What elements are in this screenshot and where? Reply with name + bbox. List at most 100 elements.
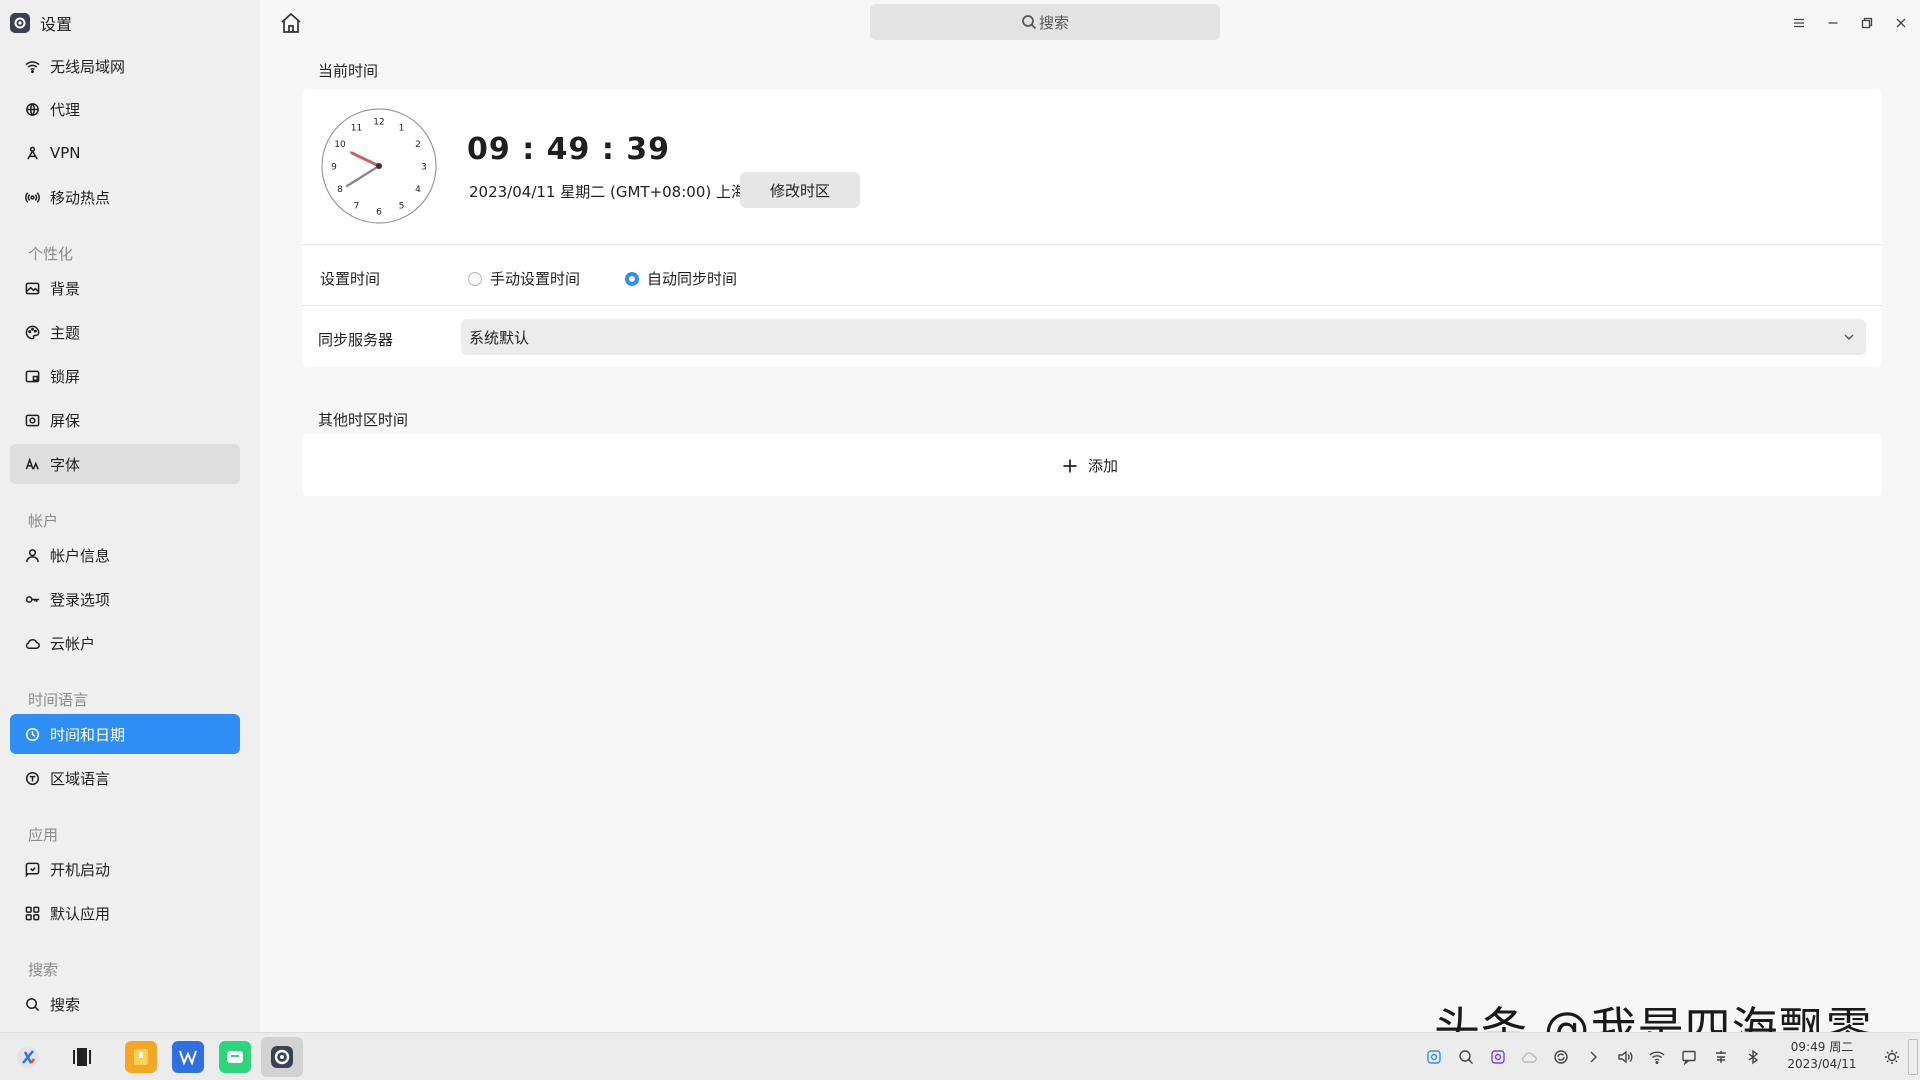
sidebar-item-label: 默认应用 bbox=[50, 904, 111, 923]
cloud-icon bbox=[24, 635, 40, 651]
analog-clock: 12 1 2 3 4 5 6 7 8 9 10 11 bbox=[320, 107, 438, 225]
start-menu-button[interactable] bbox=[12, 1041, 44, 1073]
tray-expand-icon[interactable] bbox=[1583, 1047, 1603, 1067]
messaging-app-button[interactable] bbox=[219, 1041, 251, 1073]
sidebar-item-theme[interactable]: 主题 bbox=[10, 312, 240, 352]
sidebar-item-cloud-account[interactable]: 云帐户 bbox=[10, 623, 240, 663]
change-timezone-button[interactable]: 修改时区 bbox=[740, 172, 860, 208]
taskbar: 09:49 周二 2023/04/11 bbox=[0, 1032, 1920, 1080]
tray-update-icon[interactable] bbox=[1551, 1047, 1571, 1067]
lockscreen-icon bbox=[24, 368, 40, 384]
sidebar-item-startup[interactable]: 开机启动 bbox=[10, 849, 240, 889]
nav-group-account: 帐户 bbox=[28, 512, 59, 530]
other-timezone-label: 其他时区时间 bbox=[318, 411, 409, 429]
radio-unchecked bbox=[468, 271, 482, 286]
sidebar-item-label: 锁屏 bbox=[50, 367, 81, 386]
wifi-icon bbox=[24, 58, 40, 74]
add-timezone-button[interactable]: 添加 bbox=[1062, 455, 1118, 476]
wps-icon bbox=[179, 1050, 197, 1066]
current-time-label: 当前时间 bbox=[318, 62, 379, 80]
tray-cloud-icon[interactable] bbox=[1519, 1047, 1539, 1067]
taskbar-clock[interactable]: 09:49 周二 2023/04/11 bbox=[1782, 1039, 1862, 1073]
sidebar-item-label: 时间和日期 bbox=[50, 725, 126, 744]
settings-app-icon bbox=[10, 13, 30, 33]
sidebar-item-proxy[interactable]: 代理 bbox=[10, 89, 240, 129]
taskbar-time: 09:49 周二 bbox=[1790, 1040, 1854, 1054]
sidebar-item-lockscreen[interactable]: 锁屏 bbox=[10, 356, 240, 396]
input-method-icon[interactable] bbox=[1711, 1047, 1731, 1067]
start-menu-icon bbox=[17, 1046, 39, 1068]
menu-button[interactable] bbox=[1788, 12, 1810, 34]
multitask-view-button[interactable] bbox=[66, 1041, 98, 1073]
clock-numeral: 6 bbox=[376, 208, 382, 218]
chevron-down-icon bbox=[1842, 330, 1856, 344]
sidebar-item-vpn[interactable]: VPN bbox=[10, 133, 240, 173]
font-icon bbox=[24, 456, 40, 472]
nav-group-search: 搜索 bbox=[28, 961, 59, 979]
current-time-display: 09 : 49 : 39 bbox=[467, 132, 671, 167]
clock-numeral: 8 bbox=[337, 185, 343, 195]
hotspot-icon bbox=[24, 189, 40, 205]
sync-server-select[interactable]: 系统默认 bbox=[461, 319, 1866, 355]
sidebar-item-hotspot[interactable]: 移动热点 bbox=[10, 177, 240, 217]
bluetooth-icon[interactable] bbox=[1743, 1047, 1763, 1067]
search-placeholder: 搜索 bbox=[1038, 13, 1069, 32]
settings-taskbar-button[interactable] bbox=[261, 1037, 303, 1077]
close-button[interactable] bbox=[1890, 12, 1912, 34]
sidebar-item-login-options[interactable]: 登录选项 bbox=[10, 579, 240, 619]
show-desktop-button[interactable] bbox=[1908, 1039, 1918, 1075]
sidebar-item-label: 移动热点 bbox=[50, 188, 111, 207]
app-title-text: 设置 bbox=[40, 15, 73, 34]
tray-search-icon[interactable] bbox=[1456, 1047, 1476, 1067]
sidebar-item-time-date[interactable]: 时间和日期 bbox=[10, 714, 240, 754]
sidebar-item-default-apps[interactable]: 默认应用 bbox=[10, 893, 240, 933]
sidebar-item-label: 区域语言 bbox=[50, 769, 111, 788]
current-date-timezone: 2023/04/11 星期二 (GMT+08:00) 上海 bbox=[469, 183, 746, 201]
network-wifi-icon[interactable] bbox=[1647, 1047, 1667, 1067]
theme-icon bbox=[24, 324, 40, 340]
sidebar-item-account-info[interactable]: 帐户信息 bbox=[10, 535, 240, 575]
sidebar-item-label: 字体 bbox=[50, 455, 81, 474]
volume-icon[interactable] bbox=[1615, 1047, 1635, 1067]
clock-numeral: 1 bbox=[399, 124, 405, 134]
sidebar-item-search[interactable]: 搜索 bbox=[10, 984, 240, 1024]
radio-checked bbox=[625, 271, 639, 286]
sidebar-item-wifi[interactable]: 无线局域网 bbox=[10, 46, 240, 86]
sidebar-item-label: 主题 bbox=[50, 323, 81, 342]
auto-sync-label: 自动同步时间 bbox=[647, 270, 738, 288]
clock-numeral: 11 bbox=[351, 124, 362, 134]
manual-time-label: 手动设置时间 bbox=[490, 270, 581, 288]
sync-server-label: 同步服务器 bbox=[318, 331, 394, 349]
search-input[interactable]: 搜索 bbox=[870, 4, 1220, 40]
home-button[interactable] bbox=[278, 10, 304, 36]
minimize-button[interactable] bbox=[1822, 12, 1844, 34]
clock-icon bbox=[24, 726, 40, 742]
sidebar-item-label: 代理 bbox=[50, 100, 81, 119]
tray-screenshot-icon[interactable] bbox=[1488, 1047, 1508, 1067]
sidebar-item-background[interactable]: 背景 bbox=[10, 268, 240, 308]
manual-time-radio[interactable]: 手动设置时间 bbox=[468, 268, 580, 289]
nav-group-time-language: 时间语言 bbox=[28, 691, 89, 709]
tray-app-icon[interactable] bbox=[1424, 1047, 1444, 1067]
settings-icon bbox=[271, 1046, 293, 1068]
restore-button[interactable] bbox=[1856, 12, 1878, 34]
auto-sync-radio[interactable]: 自动同步时间 bbox=[625, 268, 737, 289]
theme-toggle-icon[interactable] bbox=[1882, 1047, 1902, 1067]
sidebar-item-label: 屏保 bbox=[50, 411, 81, 430]
screensaver-icon bbox=[24, 412, 40, 428]
file-manager-button[interactable] bbox=[125, 1041, 157, 1073]
chat-icon bbox=[227, 1051, 243, 1063]
clock-numeral: 5 bbox=[399, 201, 405, 211]
search-icon bbox=[24, 996, 40, 1012]
home-icon bbox=[281, 12, 301, 33]
clock-numeral: 4 bbox=[415, 185, 421, 195]
clock-numeral: 9 bbox=[331, 163, 337, 173]
app-title: 设置 bbox=[10, 12, 72, 34]
wps-button[interactable] bbox=[172, 1041, 204, 1073]
notification-icon[interactable] bbox=[1679, 1047, 1699, 1067]
sidebar-item-region-language[interactable]: 区域语言 bbox=[10, 758, 240, 798]
sidebar-item-label: 帐户信息 bbox=[50, 546, 111, 565]
sidebar-item-font[interactable]: 字体 bbox=[10, 444, 240, 484]
clock-numeral: 2 bbox=[415, 140, 421, 150]
sidebar-item-screensaver[interactable]: 屏保 bbox=[10, 400, 240, 440]
